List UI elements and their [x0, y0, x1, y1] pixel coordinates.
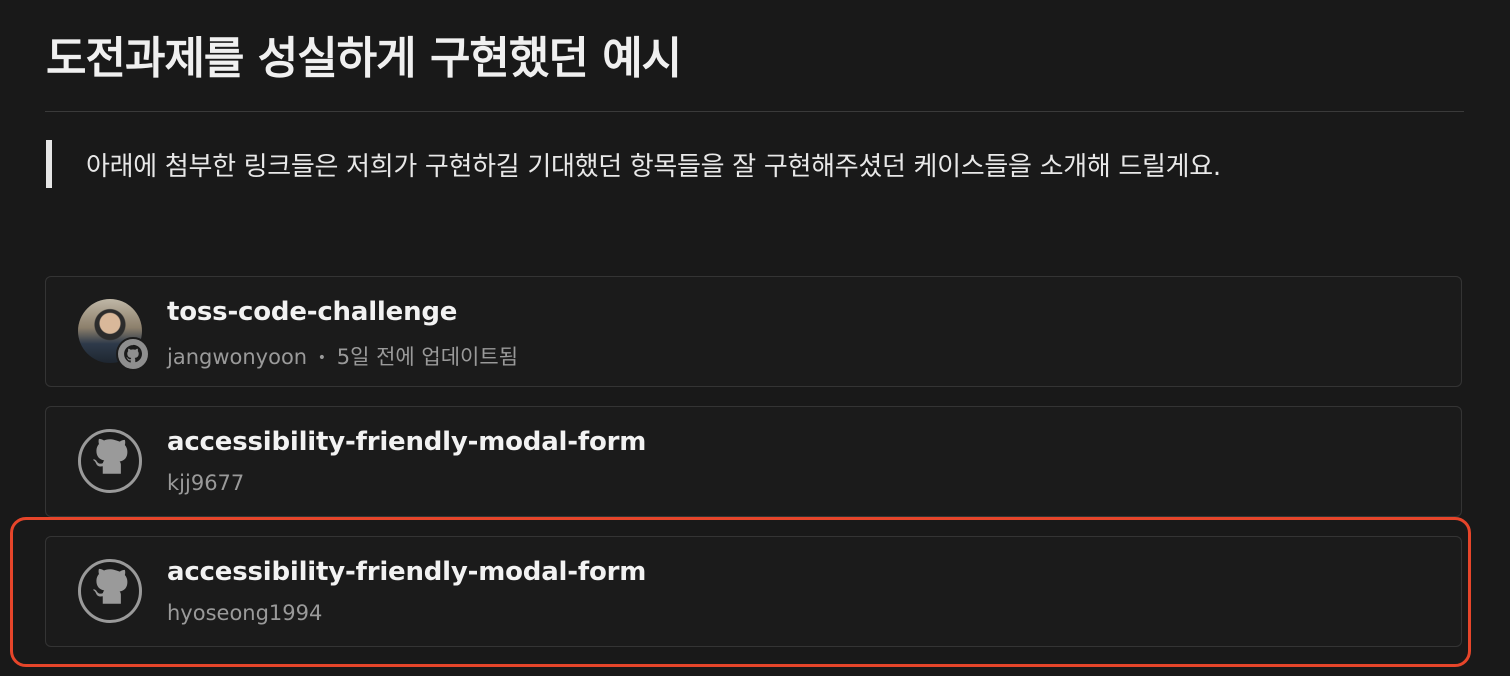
page-title: 도전과제를 성실하게 구현했던 예시: [46, 33, 682, 84]
repo-link-card[interactable]: accessibility-friendly-modal-form hyoseo…: [45, 536, 1462, 647]
repo-author: jangwonyoon: [167, 345, 308, 369]
repo-title: accessibility-friendly-modal-form: [167, 557, 647, 587]
repo-updated: 5일 전에 업데이트됨: [336, 345, 519, 369]
meta-separator: •: [317, 350, 327, 366]
repo-title: accessibility-friendly-modal-form: [167, 427, 647, 457]
github-icon: [78, 429, 142, 493]
repo-link-card[interactable]: toss-code-challenge jangwonyoon • 5일 전에 …: [45, 276, 1462, 387]
callout-text: 아래에 첨부한 링크들은 저희가 구현하길 기대했던 항목들을 잘 구현해주셨던…: [86, 151, 1221, 182]
repo-link-card[interactable]: accessibility-friendly-modal-form kjj967…: [45, 406, 1462, 517]
github-badge-icon: [116, 337, 150, 371]
repo-meta: jangwonyoon • 5일 전에 업데이트됨: [167, 341, 518, 371]
github-icon: [78, 559, 142, 623]
page: 도전과제를 성실하게 구현했던 예시 아래에 첨부한 링크들은 저희가 구현하길…: [0, 0, 1510, 676]
callout-quote: 아래에 첨부한 링크들은 저희가 구현하길 기대했던 항목들을 잘 구현해주셨던…: [46, 140, 1221, 188]
repo-author: hyoseong1994: [167, 601, 323, 625]
divider: [45, 111, 1464, 112]
repo-title: toss-code-challenge: [167, 297, 458, 327]
quote-bar: [46, 140, 52, 188]
repo-author: kjj9677: [167, 471, 245, 495]
